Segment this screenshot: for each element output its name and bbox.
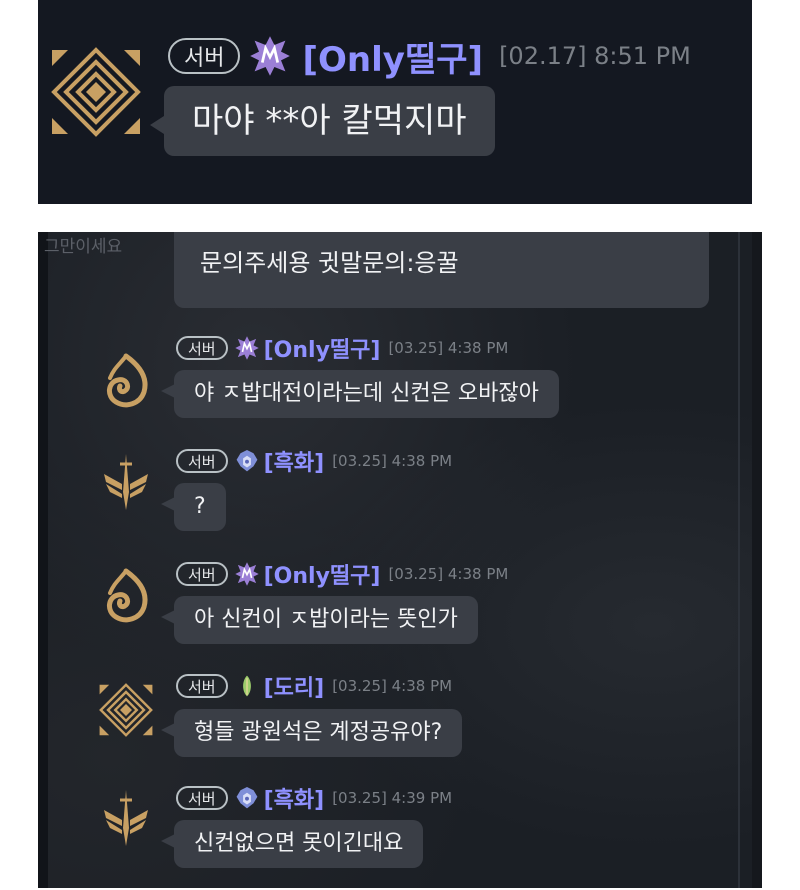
diamond-emblem-icon[interactable] xyxy=(46,42,146,142)
blue-crest-icon xyxy=(234,448,260,474)
purple-crest-icon xyxy=(248,34,292,78)
message-bubble: 형들 광원석은 계정공유야? xyxy=(160,709,463,757)
scrollbar-track[interactable] xyxy=(738,232,762,888)
message-header: 서버 [도리] [03.25] 4:38 PM xyxy=(176,671,452,701)
username[interactable]: [Only띨구] xyxy=(264,332,381,364)
server-badge[interactable]: 서버 xyxy=(168,38,241,74)
timestamp: [03.25] 4:39 PM xyxy=(332,789,453,807)
message-line: 참여가능한 길원 모집합니다 귓말로 xyxy=(200,232,709,242)
message-line: 문의주세용 귓말문의:응꿀 xyxy=(200,249,459,277)
chat-panel-top: 서버 [Only띨구] [02.17] 8:51 PM 마야 **아 칼먹지마 xyxy=(38,0,752,204)
server-badge[interactable]: 서버 xyxy=(176,562,228,586)
purple-crest-icon xyxy=(234,561,260,587)
message-header: 서버 [Only띨구] [02.17] 8:51 PM xyxy=(168,32,691,81)
server-badge[interactable]: 서버 xyxy=(176,786,228,810)
username[interactable]: [흑화] xyxy=(264,445,325,477)
username[interactable]: [Only띨구] xyxy=(302,32,483,81)
message-header: 서버 [흑화] [03.25] 4:39 PM xyxy=(176,783,452,813)
ghost-text: 그만이세요 xyxy=(44,237,123,257)
spiral-flame-icon[interactable] xyxy=(96,352,156,412)
blue-crest-icon xyxy=(234,785,260,811)
green-leaf-icon xyxy=(234,673,260,699)
sword-wings-icon[interactable] xyxy=(96,788,156,848)
message-bubble: 아 신컨이 ㅈ밥이라는 뜻인가 xyxy=(161,596,478,644)
server-badge[interactable]: 서버 xyxy=(176,674,228,698)
timestamp: [02.17] 8:51 PM xyxy=(499,42,691,70)
sword-wings-icon[interactable] xyxy=(96,452,156,512)
chat-panel-bottom: 그만이세요 참여가능한 길원 모집합니다 귓말로 문의주세용 귓말문의:응꿀 서… xyxy=(38,232,762,888)
message-header: 서버 [Only띨구] [03.25] 4:38 PM xyxy=(176,559,508,589)
username[interactable]: [흑화] xyxy=(264,782,325,814)
message-header: 서버 [Only띨구] [03.25] 4:38 PM xyxy=(176,333,508,363)
message-bubble: ? xyxy=(161,483,226,531)
message-bubble: 신컨없으면 못이긴대요 xyxy=(160,820,424,868)
message-bubble: 마야 **아 칼먹지마 xyxy=(150,86,495,156)
message-bubble: 야 ㅈ밥대전이라는데 신컨은 오바잖아 xyxy=(161,370,559,418)
timestamp: [03.25] 4:38 PM xyxy=(332,452,453,470)
username[interactable]: [도리] xyxy=(264,670,325,702)
username[interactable]: [Only띨구] xyxy=(264,558,381,590)
diamond-emblem-icon[interactable] xyxy=(96,680,156,740)
timestamp: [03.25] 4:38 PM xyxy=(332,677,453,695)
server-badge[interactable]: 서버 xyxy=(176,336,228,360)
timestamp: [03.25] 4:38 PM xyxy=(388,565,509,583)
purple-crest-icon xyxy=(234,335,260,361)
timestamp: [03.25] 4:38 PM xyxy=(388,339,509,357)
message-header: 서버 [흑화] [03.25] 4:38 PM xyxy=(176,446,452,476)
panel-edge xyxy=(38,232,48,888)
message-bubble: 참여가능한 길원 모집합니다 귓말로 문의주세용 귓말문의:응꿀 xyxy=(174,232,709,308)
server-badge[interactable]: 서버 xyxy=(176,449,228,473)
spiral-flame-icon[interactable] xyxy=(96,567,156,627)
